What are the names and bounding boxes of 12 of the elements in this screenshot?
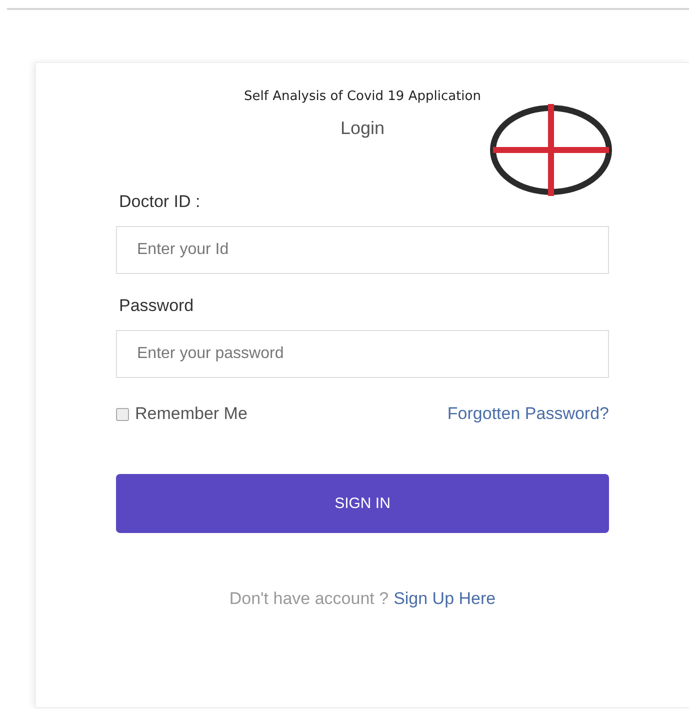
forgot-password-link[interactable]: Forgotten Password? <box>447 404 609 424</box>
app-title: Self Analysis of Covid 19 Application <box>243 89 482 104</box>
sign-up-link[interactable]: Sign Up Here <box>394 589 496 609</box>
field-label: Doctor ID : <box>119 192 202 212</box>
password-field[interactable]: Enter your password <box>116 330 609 378</box>
field-label: Password <box>119 296 195 316</box>
id-field[interactable]: Enter your Id <box>116 226 609 274</box>
sign-in-button[interactable]: SIGN IN <box>116 474 609 533</box>
login-heading: Login <box>340 117 385 139</box>
remember-checkbox[interactable]: Remember Me <box>116 404 248 424</box>
cross-circle-icon <box>489 104 613 196</box>
signup-prompt: Don't have account ? <box>229 589 389 609</box>
